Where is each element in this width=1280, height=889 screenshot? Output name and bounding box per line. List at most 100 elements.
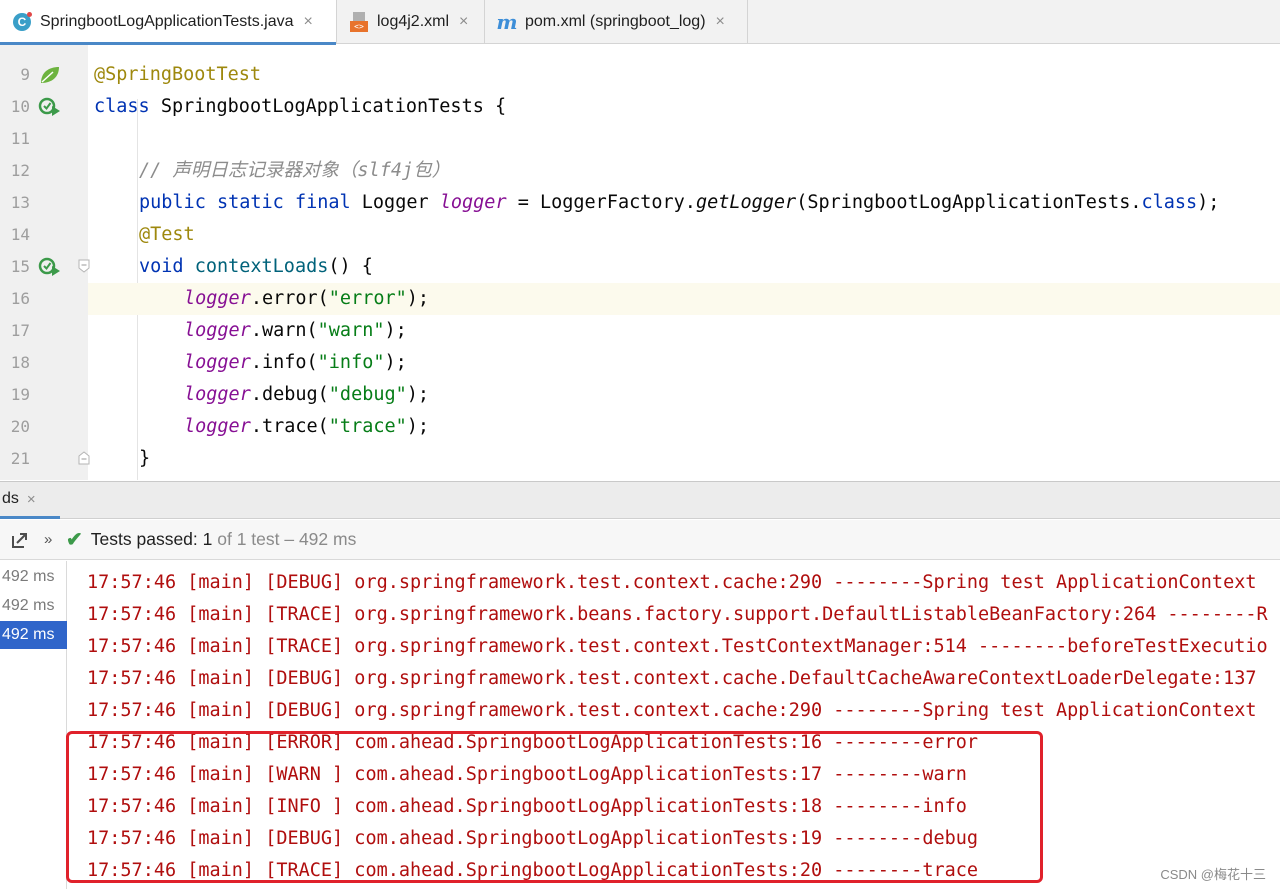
gutter-line: 21 [0, 443, 90, 475]
line-number: 12 [10, 161, 30, 180]
tab-label: log4j2.xml [377, 13, 450, 30]
run-tool-window-header: ds × [0, 481, 1280, 519]
keyword: class [1141, 192, 1198, 213]
field-name: logger [184, 352, 251, 373]
line-number: 15 [10, 257, 30, 276]
gutter-line: 10 [0, 91, 88, 123]
check-icon: ✔ [66, 529, 83, 551]
line-number: 9 [20, 65, 30, 84]
annotation: @SpringBootTest [94, 64, 262, 85]
line-number: 19 [10, 385, 30, 404]
gutter-line: 16 [0, 283, 88, 315]
line-number: 11 [10, 129, 30, 148]
code-text: } [139, 448, 151, 469]
code-line[interactable]: @Test [88, 219, 1280, 251]
gutter-line: 9 [0, 59, 88, 91]
line-number: 8 [0, 45, 30, 46]
code-text: ); [406, 384, 430, 405]
string-literal: "info" [317, 352, 385, 373]
run-toolbar: » ✔ Tests passed: 1 of 1 test – 492 ms [0, 520, 1280, 560]
code-line[interactable]: // 声明日志记录器对象（slf4j包） [88, 155, 1280, 187]
status-prefix: Tests passed: [90, 529, 203, 549]
tab-label: SpringbootLogApplicationTests.java [40, 13, 294, 30]
code-text: .debug( [250, 384, 329, 405]
run-tab[interactable]: ds × [0, 482, 60, 519]
line-number: 18 [10, 353, 30, 372]
keyword: void [139, 256, 184, 277]
type-name: Logger [350, 192, 440, 213]
code-text: .error( [250, 288, 329, 309]
test-tree: 492 ms 492 ms 492 ms [0, 561, 67, 889]
string-literal: "debug" [328, 384, 407, 405]
log-line: 17:57:46 [main] [DEBUG] org.springframew… [87, 700, 1257, 721]
log-line: 17:57:46 [main] [TRACE] org.springframew… [87, 636, 1268, 657]
method-name: contextLoads [194, 256, 329, 277]
line-number: 21 [10, 449, 30, 468]
field-name: logger [184, 416, 251, 437]
highlight-annotation-box [66, 731, 1043, 883]
field-name: logger [439, 192, 507, 213]
gutter-line: 15 [0, 251, 90, 283]
log-line: 17:57:46 [main] [DEBUG] org.springframew… [87, 572, 1257, 593]
code-line[interactable]: logger.info("info"); [88, 347, 1280, 379]
line-number: 13 [10, 193, 30, 212]
code-line[interactable]: class SpringbootLogApplicationTests { [88, 91, 1280, 123]
code-text: ); [1197, 192, 1220, 213]
test-duration[interactable]: 492 ms [0, 592, 67, 620]
keyword: final [294, 192, 351, 213]
run-test-icon[interactable] [38, 96, 62, 118]
gutter-line: 8 [0, 45, 88, 53]
code-line[interactable]: logger.warn("warn"); [88, 315, 1280, 347]
test-duration[interactable]: 492 ms [0, 563, 67, 591]
code-editor[interactable]: 8 9 10 11 12 13 14 15 [0, 45, 1280, 480]
code-line[interactable]: logger.debug("debug"); [88, 379, 1280, 411]
code-line[interactable]: public static final Logger logger = Logg… [88, 187, 1280, 219]
log-line: 17:57:46 [main] [DEBUG] org.springframew… [87, 668, 1257, 689]
method-call: getLogger [695, 192, 797, 213]
code-line[interactable]: logger.trace("trace"); [88, 411, 1280, 443]
export-icon[interactable] [6, 526, 34, 554]
status-count: 1 [202, 529, 213, 549]
keyword: static [216, 192, 284, 213]
gutter-line: 14 [0, 219, 88, 251]
watermark: CSDN @梅花十三 [1160, 867, 1266, 882]
gutter-line: 11 [0, 123, 88, 155]
line-number: 20 [10, 417, 30, 436]
tab-springboot-log-application-tests[interactable]: C SpringbootLogApplicationTests.java × [0, 0, 337, 45]
code-line-current[interactable]: logger.error("error"); [88, 283, 1280, 315]
spring-bean-icon[interactable] [38, 64, 62, 86]
xml-file-icon: <> [349, 12, 369, 32]
tab-log4j2-xml[interactable]: <> log4j2.xml × [337, 0, 485, 44]
run-test-icon[interactable] [38, 256, 62, 278]
gutter-line: 17 [0, 315, 88, 347]
code-text: ); [406, 416, 430, 437]
close-icon[interactable]: × [304, 13, 313, 31]
field-name: logger [184, 288, 251, 309]
gutter-line: 13 [0, 187, 88, 219]
line-number: 14 [10, 225, 30, 244]
gutter-line: 12 [0, 155, 88, 187]
code-line[interactable]: void contextLoads() { [88, 251, 1280, 283]
keyword: class [94, 96, 150, 117]
close-icon[interactable]: × [27, 491, 36, 508]
close-icon[interactable]: × [459, 13, 468, 31]
tab-pom-xml[interactable]: m pom.xml (springboot_log) × [485, 0, 748, 44]
comment: // 声明日志记录器对象（slf4j包） [139, 160, 451, 181]
line-number: 16 [10, 289, 30, 308]
gutter-line: 18 [0, 347, 88, 379]
code-text: ); [384, 320, 407, 341]
tab-label: pom.xml (springboot_log) [525, 13, 706, 30]
code-text: ); [406, 288, 430, 309]
field-name: logger [184, 320, 251, 341]
test-duration-selected[interactable]: 492 ms [0, 621, 67, 649]
code-line[interactable] [88, 123, 1280, 155]
code-text: (SpringbootLogApplicationTests. [796, 192, 1142, 213]
code-line[interactable]: } [88, 443, 1280, 475]
code-text: ); [384, 352, 407, 373]
close-icon[interactable]: × [716, 13, 725, 31]
code-line[interactable]: @SpringBootTest [88, 59, 1280, 91]
more-actions-icon[interactable]: » [44, 531, 60, 548]
gutter-line: 19 [0, 379, 88, 411]
run-tab-label: ds [2, 490, 19, 507]
editor-tab-bar: C SpringbootLogApplicationTests.java × <… [0, 0, 1280, 45]
